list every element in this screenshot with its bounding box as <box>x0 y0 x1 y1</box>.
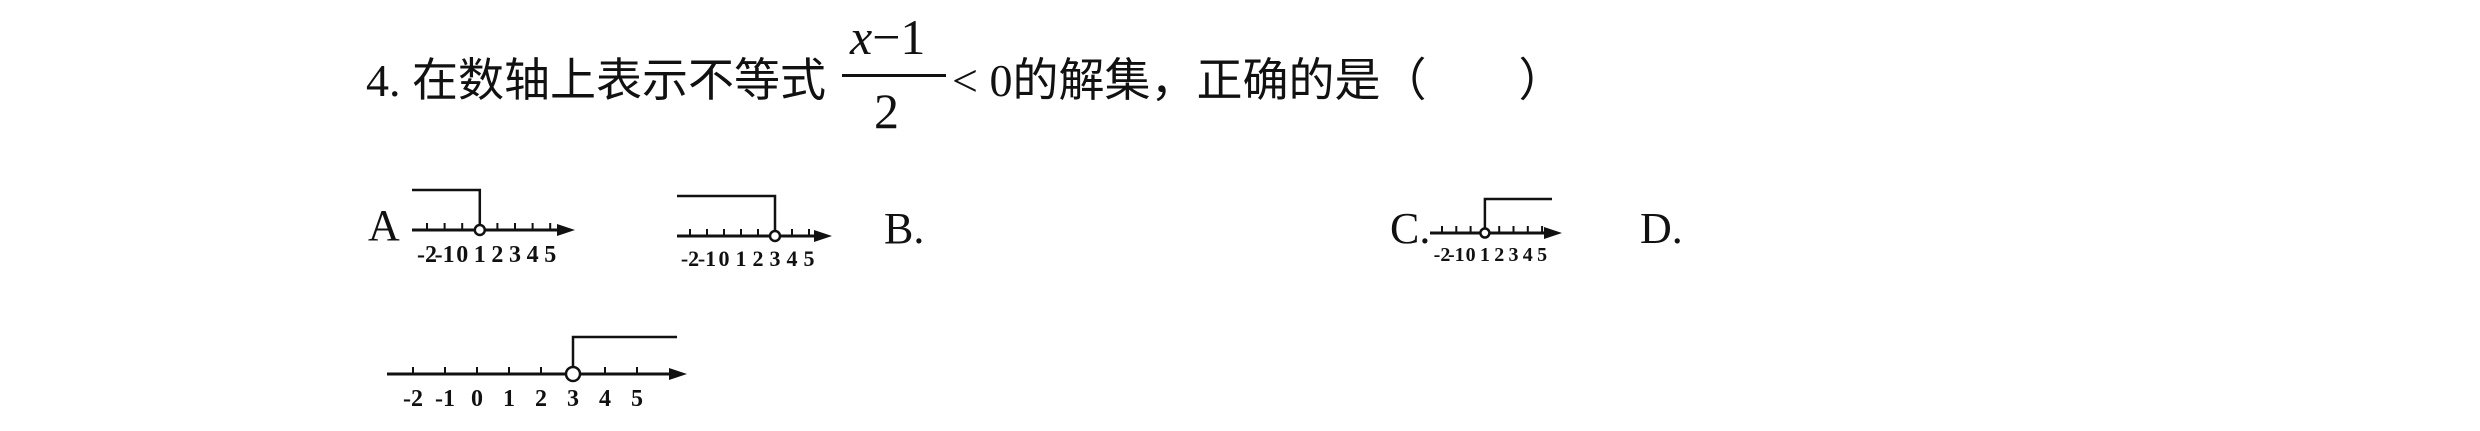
open-circle <box>1479 227 1491 239</box>
tick-label: 5 <box>544 242 556 268</box>
tick-label: 5 <box>631 386 643 412</box>
tick-label: 4 <box>787 246 798 271</box>
tick-label: 5 <box>1537 244 1547 266</box>
solution-bracket <box>571 335 677 374</box>
tick-label: -2 <box>681 246 699 271</box>
tick-label: -1 <box>435 386 455 412</box>
tick-label: 2 <box>491 242 503 268</box>
tick-label: 4 <box>527 242 539 268</box>
tick-label: -2 <box>403 386 423 412</box>
tick-label: 1 <box>736 246 747 271</box>
tick-label: 3 <box>509 242 521 268</box>
tick-label: 1 <box>503 386 515 412</box>
tick-label: 0 <box>1466 244 1476 266</box>
open-circle <box>564 365 582 383</box>
arrow-icon <box>557 224 575 236</box>
tick-label: 3 <box>567 386 579 412</box>
solution-bracket <box>412 188 482 230</box>
tick-label: 3 <box>770 246 781 271</box>
tick-label: 4 <box>599 386 611 412</box>
tick-label: -1 <box>435 242 455 268</box>
arrow-icon <box>1544 227 1562 239</box>
tick-label: -1 <box>1448 244 1465 266</box>
tick-label: 3 <box>1509 244 1519 266</box>
arrow-icon <box>669 368 687 380</box>
tick-label: 2 <box>535 386 547 412</box>
tick-label: 5 <box>804 246 815 271</box>
arrow-icon <box>814 230 832 242</box>
tick-label: -1 <box>698 246 716 271</box>
tick-label: 0 <box>471 386 483 412</box>
open-circle <box>768 229 782 243</box>
tick-label: 1 <box>474 242 486 268</box>
tick-label: 0 <box>456 242 468 268</box>
tick-label: 2 <box>753 246 764 271</box>
tick-label: 1 <box>1480 244 1490 266</box>
number-line-a: -2-1 0 1 2 3 4 5 -2-1 0 1 2 3 4 5 -2-1 0 1 2 3 4 5-2 -1 0 1 2 3 4 5 <box>387 188 1562 412</box>
solution-bracket <box>677 194 777 236</box>
tick-label: 0 <box>719 246 730 271</box>
open-circle <box>473 223 487 237</box>
tick-label: 2 <box>1494 244 1504 266</box>
tick-label: 4 <box>1523 244 1533 266</box>
